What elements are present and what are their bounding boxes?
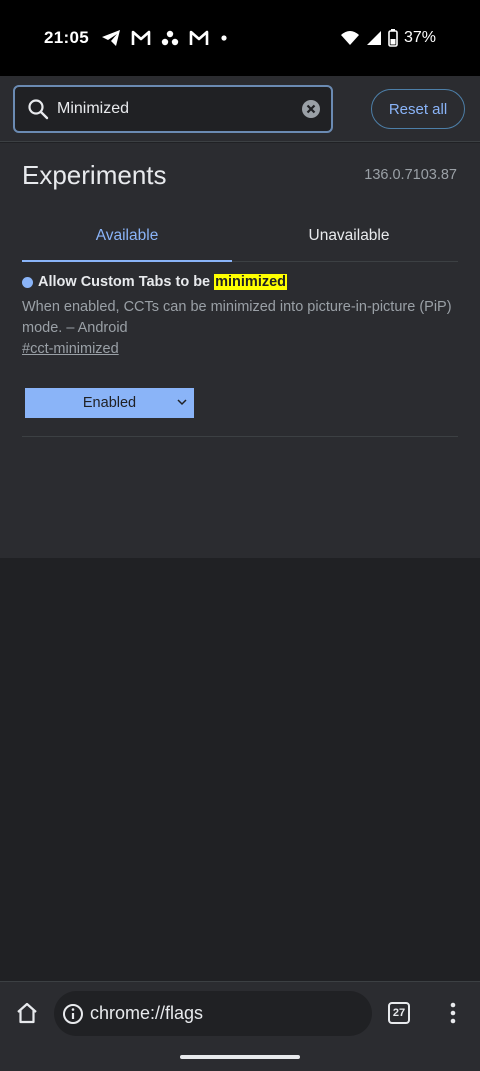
page-title: Experiments: [22, 160, 167, 190]
gesture-bar[interactable]: [180, 1055, 300, 1059]
gmail-icon: [189, 30, 209, 46]
address-bar[interactable]: chrome://flags: [54, 991, 372, 1036]
more-menu-icon[interactable]: [448, 1002, 458, 1024]
flag-description: When enabled, CCTs can be minimized into…: [22, 299, 452, 336]
status-time: 21:05: [44, 28, 89, 47]
wifi-icon: [340, 30, 360, 46]
flag-item: Allow Custom Tabs to be minimized When e…: [22, 274, 458, 437]
flag-title-highlight: minimized: [214, 274, 288, 290]
browser-toolbar: chrome://flags 27: [0, 981, 480, 1071]
chevron-down-icon: [176, 396, 188, 408]
telegram-icon: [101, 29, 121, 47]
battery-percent: 37%: [403, 29, 436, 46]
flag-state-value: Enabled: [82, 395, 137, 411]
status-right: 37%: [340, 29, 436, 47]
search-box[interactable]: [13, 85, 333, 133]
status-left: 21:05: [44, 28, 229, 48]
dots-cluster-icon: [161, 30, 179, 46]
cell-signal-icon: [366, 30, 382, 46]
tab-switcher-button[interactable]: 27: [388, 1002, 410, 1024]
flag-permalink[interactable]: #cct-minimized: [22, 341, 119, 357]
version-label: 136.0.7103.87: [364, 167, 457, 183]
home-icon[interactable]: [14, 1000, 40, 1026]
tab-available[interactable]: Available: [22, 215, 232, 262]
flag-title: Allow Custom Tabs to be minimized: [22, 274, 458, 290]
status-bar: 21:05 37%: [0, 0, 480, 76]
experiments-panel: Experiments 136.0.7103.87 Available Unav…: [0, 143, 480, 558]
battery-icon: [388, 29, 398, 47]
flag-title-text: Allow Custom Tabs to be: [38, 274, 211, 290]
search-input[interactable]: [57, 100, 301, 118]
flag-state-select[interactable]: Enabled: [25, 388, 194, 418]
clear-search-icon[interactable]: [301, 99, 321, 119]
url-text: chrome://flags: [90, 1003, 204, 1023]
search-header: Reset all: [0, 76, 480, 142]
tab-unavailable[interactable]: Unavailable: [244, 215, 454, 261]
gmail-icon: [131, 30, 151, 46]
info-icon[interactable]: [62, 1003, 84, 1025]
flag-status-dot: [22, 276, 33, 288]
tab-bar: Available Unavailable: [22, 215, 458, 262]
search-icon: [27, 98, 49, 120]
notification-dot-icon: [219, 33, 229, 43]
reset-all-button[interactable]: Reset all: [371, 89, 465, 129]
